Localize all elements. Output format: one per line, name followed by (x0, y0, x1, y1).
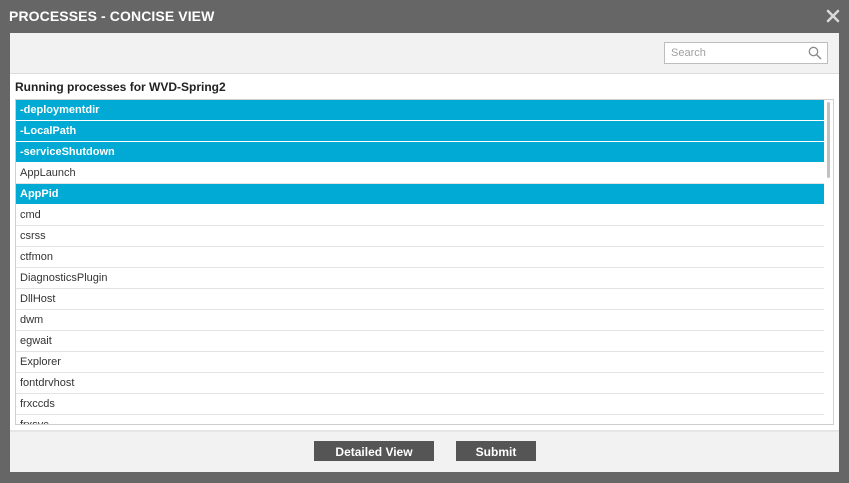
close-icon[interactable] (825, 7, 841, 25)
process-list-item[interactable]: Explorer (16, 352, 825, 373)
list-scrollbar[interactable] (824, 100, 833, 424)
dialog-body: Running processes for WVD-Spring2 -deplo… (10, 33, 839, 432)
process-list-item[interactable]: -LocalPath (16, 121, 825, 142)
process-list-item[interactable]: DllHost (16, 289, 825, 310)
process-list-item[interactable]: frxccds (16, 394, 825, 415)
process-list-item[interactable]: dwm (16, 310, 825, 331)
processes-dialog: PROCESSES - CONCISE VIEW Running process… (0, 0, 849, 483)
process-list-item[interactable]: cmd (16, 205, 825, 226)
process-list-item[interactable]: frxsvc (16, 415, 825, 424)
process-list-item[interactable]: DiagnosticsPlugin (16, 268, 825, 289)
process-list-item[interactable]: AppPid (16, 184, 825, 205)
scrollbar-thumb[interactable] (827, 102, 830, 178)
search-icon[interactable] (808, 46, 822, 60)
dialog-titlebar: PROCESSES - CONCISE VIEW (0, 0, 849, 33)
submit-button[interactable]: Submit (456, 441, 536, 461)
process-list-item[interactable]: -serviceShutdown (16, 142, 825, 163)
process-list-items: -deploymentdir -LocalPath -serviceShutdown… (16, 100, 825, 424)
process-list-item[interactable]: AppLaunch (16, 163, 825, 184)
dialog-footer: Detailed View Submit (10, 432, 839, 472)
processes-heading: Running processes for WVD-Spring2 (15, 80, 226, 94)
process-list-item[interactable]: fontdrvhost (16, 373, 825, 394)
process-list[interactable]: -deploymentdir -LocalPath -serviceShutdown… (15, 99, 834, 425)
dialog-title: PROCESSES - CONCISE VIEW (9, 8, 215, 24)
search-input[interactable] (665, 43, 809, 63)
process-list-item[interactable]: -deploymentdir (16, 100, 825, 121)
process-list-item[interactable]: egwait (16, 331, 825, 352)
search-box[interactable] (664, 42, 828, 64)
toolbar (10, 33, 839, 74)
process-list-item[interactable]: csrss (16, 226, 825, 247)
detailed-view-button[interactable]: Detailed View (314, 441, 434, 461)
process-list-item[interactable]: ctfmon (16, 247, 825, 268)
